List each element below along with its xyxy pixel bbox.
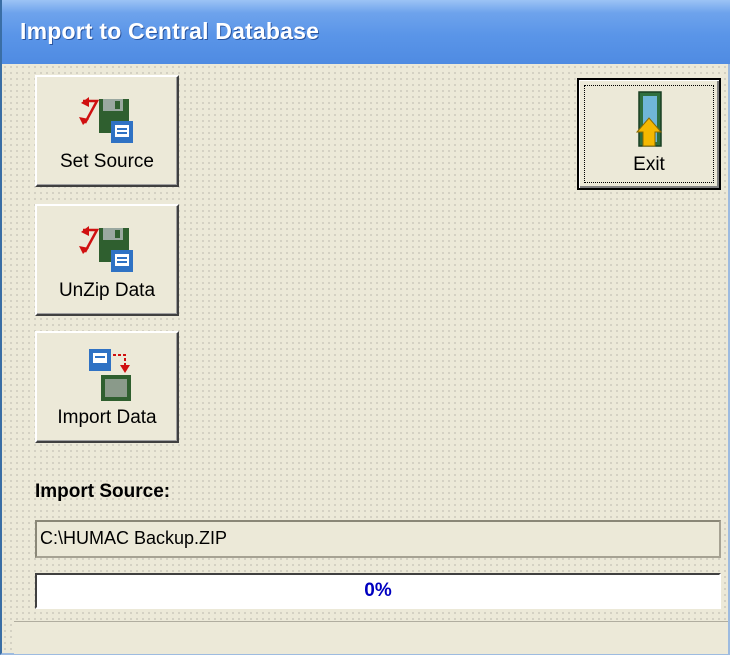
exit-label: Exit: [633, 154, 665, 175]
floppy-transfer-icon: [79, 226, 133, 272]
window-title: Import to Central Database: [20, 18, 320, 44]
unzip-data-label: UnZip Data: [58, 280, 156, 301]
set-source-label: Set Source: [60, 151, 154, 172]
import-progress-bar: 0%: [35, 573, 721, 609]
progress-percent-text: 0%: [364, 580, 392, 601]
import-source-label: Import Source:: [35, 481, 171, 502]
status-bar: [14, 621, 728, 654]
import-data-label: Import Data: [57, 407, 157, 428]
exit-button[interactable]: Exit: [577, 78, 721, 190]
import-window: Import to Central Database Set Source Un…: [0, 0, 730, 655]
set-source-button[interactable]: Set Source: [35, 75, 179, 187]
unzip-data-button[interactable]: UnZip Data: [35, 204, 179, 316]
import-source-path-field[interactable]: C:\HUMAC Backup.ZIP: [35, 520, 721, 558]
title-bar[interactable]: Import to Central Database: [2, 0, 730, 64]
import-data-button[interactable]: Import Data: [35, 331, 179, 443]
dialog-client-area: Set Source UnZip Data Import Data Exit I…: [2, 64, 728, 654]
floppy-import-icon: [89, 349, 131, 401]
floppy-transfer-icon: [79, 97, 133, 143]
door-exit-icon: [635, 91, 663, 147]
